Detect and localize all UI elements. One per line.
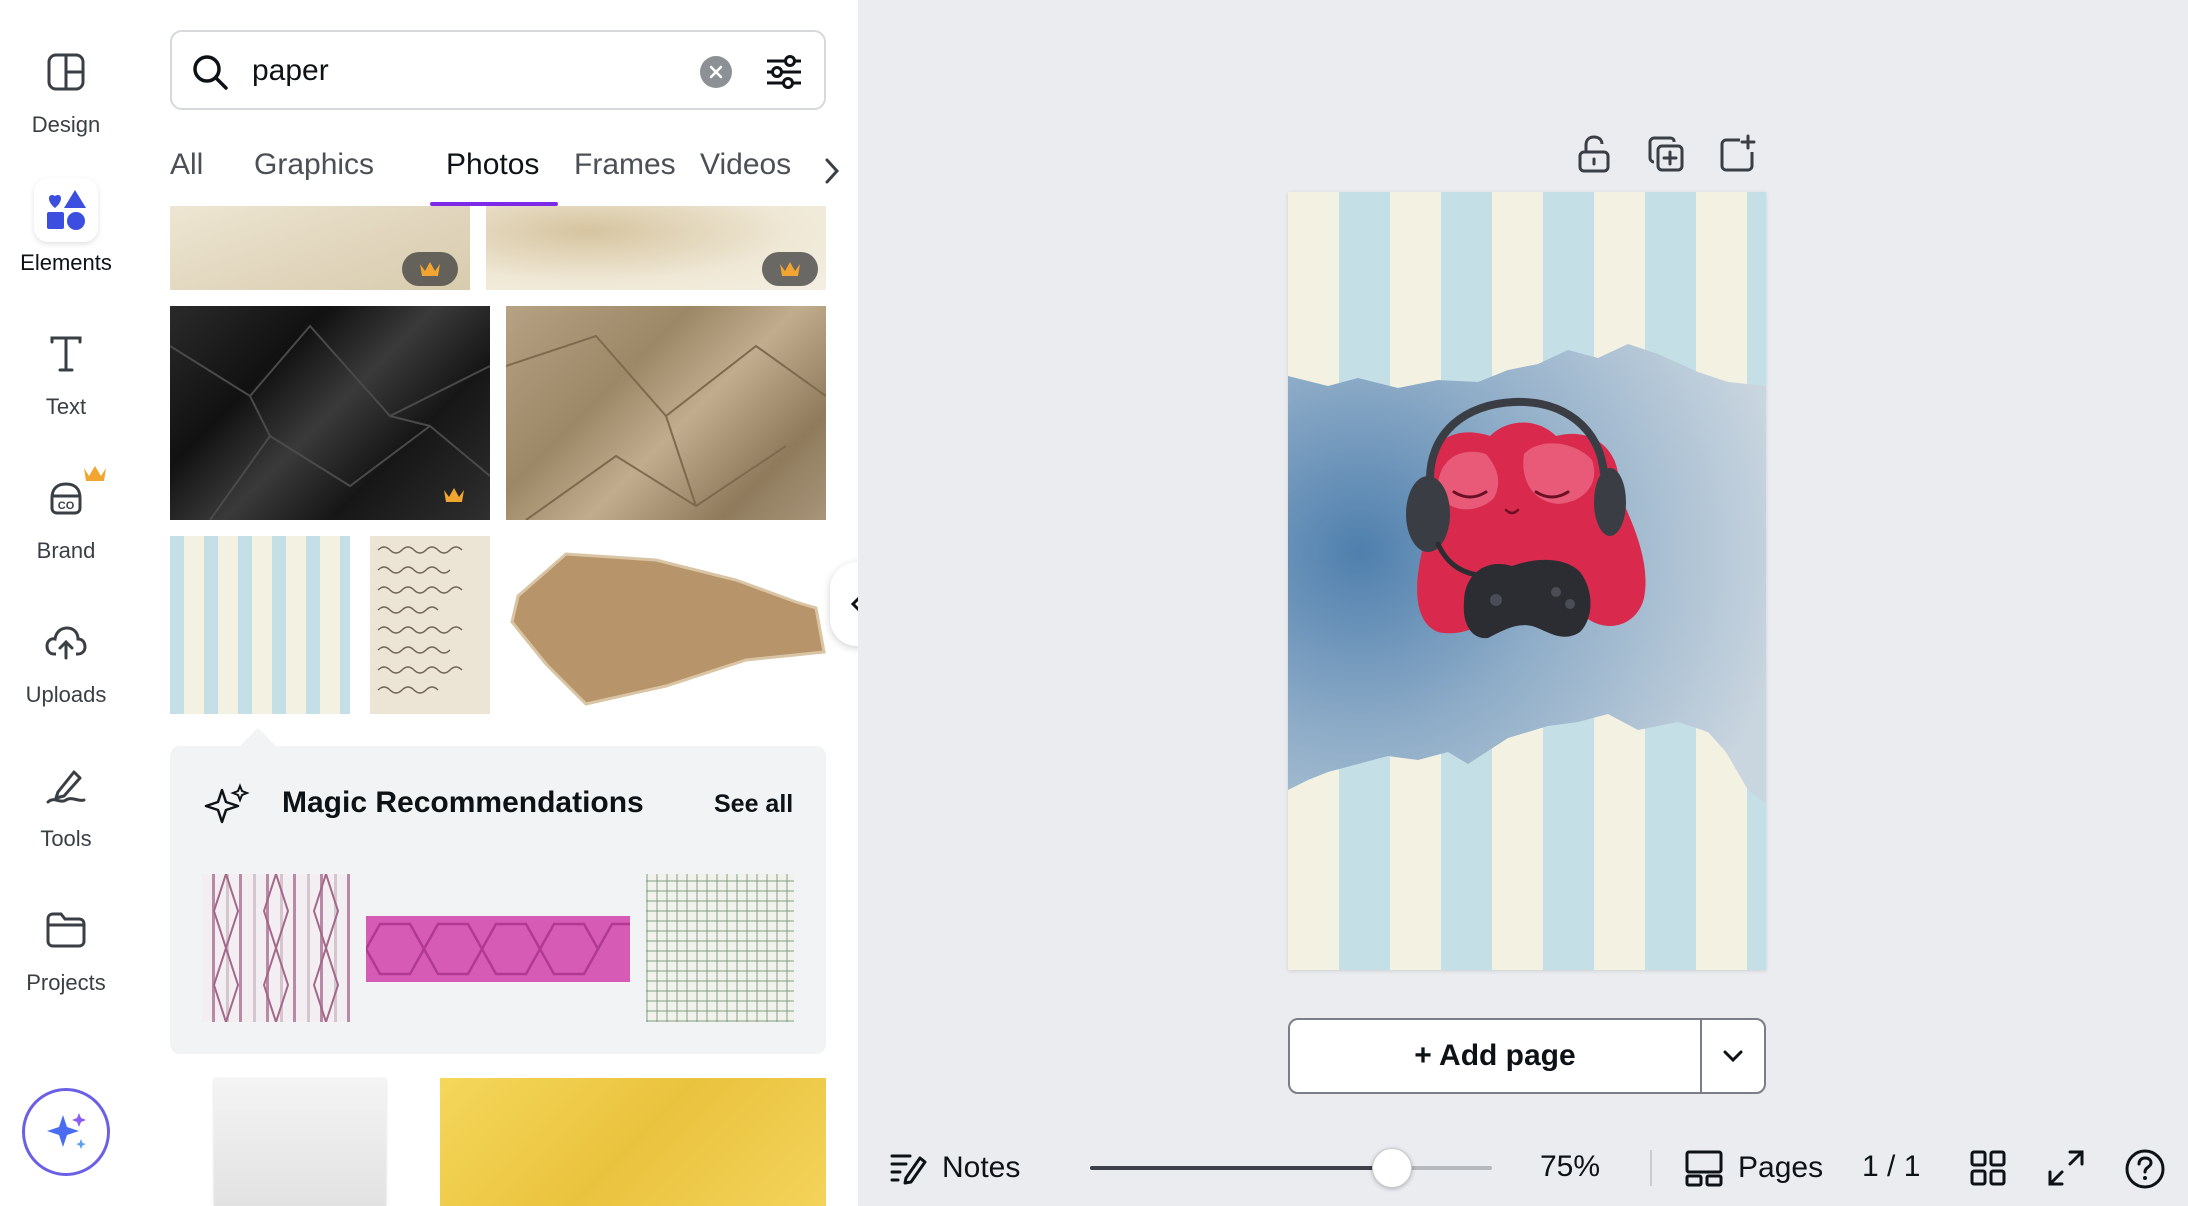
duplicate-page-icon[interactable] (1646, 134, 1686, 174)
rail-label-elements: Elements (20, 250, 112, 275)
bottom-bar: Notes 75% Pages 1 / 1 (858, 1130, 2188, 1206)
folder-icon (34, 898, 98, 962)
photo-thumbnail[interactable] (170, 306, 490, 520)
rail-item-design[interactable]: Design (0, 40, 132, 160)
notes-button[interactable]: Notes (888, 1150, 1020, 1186)
unlock-icon[interactable] (1576, 134, 1612, 174)
notes-label: Notes (942, 1151, 1021, 1184)
crown-icon (444, 488, 464, 502)
rail-item-projects[interactable]: Projects (0, 898, 132, 1018)
recommendation-thumbnail[interactable] (646, 874, 794, 1022)
pages-icon (1685, 1150, 1723, 1187)
notes-icon (890, 1154, 927, 1185)
chevron-right-icon[interactable] (820, 154, 844, 188)
rail-item-elements[interactable]: Elements (0, 178, 132, 298)
photo-thumbnail[interactable] (370, 536, 490, 714)
add-page-button[interactable]: + Add page (1288, 1018, 1766, 1094)
text-icon (34, 322, 98, 386)
recommendation-thumbnail[interactable] (366, 916, 630, 982)
pages-button[interactable]: Pages (1684, 1148, 1823, 1188)
page-count: 1 / 1 (1862, 1150, 1921, 1183)
photo-thumbnail[interactable] (506, 306, 826, 520)
chevron-down-icon (1723, 1050, 1743, 1063)
elements-icon (34, 178, 98, 242)
design-artwork (1288, 192, 1766, 970)
sparkle-icon (204, 783, 250, 824)
zoom-slider[interactable] (1090, 1148, 1492, 1188)
photo-thumbnail[interactable] (214, 1078, 386, 1206)
photo-thumbnail[interactable] (170, 536, 350, 714)
ikat-pattern (212, 874, 340, 1022)
photo-thumbnail[interactable] (486, 206, 826, 290)
add-page-dropdown[interactable] (1702, 1020, 1764, 1092)
search-icon (193, 55, 228, 90)
tab-graphics[interactable]: Graphics (254, 148, 374, 182)
tab-all[interactable]: All (170, 148, 203, 182)
close-icon (709, 65, 723, 79)
magic-recommendations: Magic Recommendations See all (170, 746, 826, 1054)
rail-item-uploads[interactable]: Uploads (0, 610, 132, 730)
recommendation-thumbnail[interactable] (202, 874, 350, 1022)
design-icon (34, 40, 98, 104)
magic-assistant-button[interactable] (22, 1088, 110, 1176)
tools-icon (34, 754, 98, 818)
tab-videos[interactable]: Videos (700, 148, 791, 182)
recommendations-pointer (240, 728, 276, 746)
torn-paper-shape (510, 552, 826, 706)
crown-icon (780, 262, 800, 276)
rail-item-brand[interactable]: CO Brand (0, 466, 132, 586)
rail-label-design: Design (31, 112, 101, 137)
rail-label-projects: Projects (26, 970, 106, 995)
sparkle-icon (47, 1113, 86, 1149)
photo-thumbnail[interactable] (170, 206, 470, 290)
rail-item-tools[interactable]: Tools (0, 754, 132, 874)
pages-label: Pages (1738, 1151, 1824, 1184)
rail-label-tools: Tools (40, 826, 92, 851)
handwriting-texture (377, 546, 463, 694)
uploads-icon (34, 610, 98, 674)
filter-icon[interactable] (764, 52, 804, 92)
zoom-level[interactable]: 75% (1540, 1150, 1600, 1184)
brand-icon: CO (34, 466, 106, 530)
photo-thumbnail[interactable] (440, 1078, 826, 1206)
search-input[interactable]: paper (252, 54, 329, 88)
left-rail: Design Elements Text CO Brand Uploads To… (0, 0, 132, 1206)
help-icon[interactable] (2124, 1148, 2166, 1190)
tab-photos[interactable]: Photos (446, 148, 539, 182)
svg-text:CO: CO (58, 500, 75, 512)
crown-icon (420, 262, 440, 276)
bottom-bar-divider (1650, 1150, 1652, 1186)
search-bar[interactable]: paper (170, 30, 826, 110)
clear-search-button[interactable] (700, 56, 732, 88)
elements-panel: paper All Graphics Photos Frames Videos (132, 0, 858, 1206)
rail-label-uploads: Uploads (25, 682, 107, 707)
rail-label-text: Text (45, 394, 87, 419)
photo-thumbnail[interactable] (506, 536, 826, 714)
tab-frames[interactable]: Frames (574, 148, 676, 182)
add-page-icon[interactable] (1718, 134, 1758, 174)
crumpled-texture (506, 334, 826, 520)
premium-crown-icon (84, 466, 106, 481)
grid-view-icon[interactable] (1968, 1148, 2008, 1188)
premium-badge (402, 252, 458, 286)
canvas-area: + Add page (858, 0, 2188, 1130)
see-all-link[interactable]: See all (714, 790, 793, 819)
zoom-slider-handle[interactable] (1371, 1148, 1412, 1188)
add-page-label[interactable]: + Add page (1290, 1020, 1700, 1092)
category-tabs: All Graphics Photos Frames Videos (170, 140, 850, 206)
hexagon-pattern (366, 922, 630, 976)
fullscreen-icon[interactable] (2046, 1148, 2086, 1188)
recommendations-title: Magic Recommendations (282, 786, 644, 819)
design-page[interactable] (1288, 192, 1766, 970)
premium-badge (762, 252, 818, 286)
zoom-slider-fill (1090, 1166, 1392, 1170)
rail-item-text[interactable]: Text (0, 322, 132, 442)
rail-label-brand: Brand (36, 538, 96, 563)
